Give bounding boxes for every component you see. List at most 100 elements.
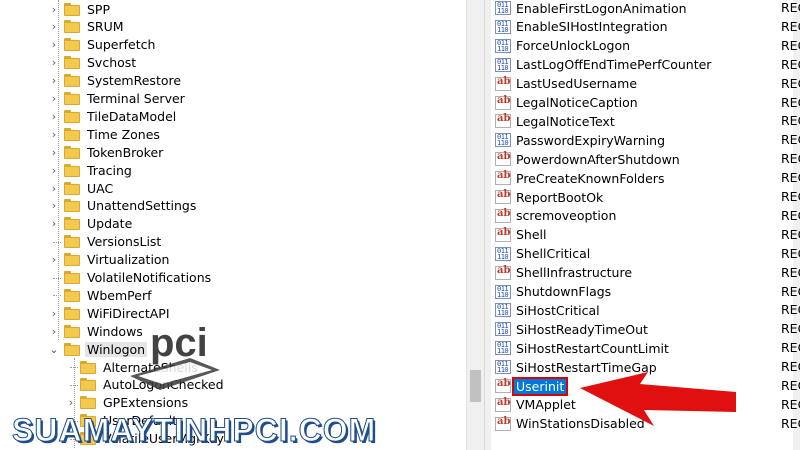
tree-scrollbar[interactable] <box>466 0 484 450</box>
value-name: VMApplet <box>516 397 576 413</box>
tree-item-label: Time Zones <box>87 126 160 142</box>
tree-item-label: Virtualization <box>87 252 170 268</box>
tree-connector <box>53 241 61 243</box>
value-name: ShutdownFlags <box>516 284 612 299</box>
key-tree-pane: › SPP › SRUM › Superfetch › Svchost › SystemResto… <box>0 0 484 450</box>
string-value-icon: ab <box>495 170 511 186</box>
tree-item-label: UAC <box>87 180 114 196</box>
folder-icon <box>64 271 80 284</box>
tree-item-label: SPP <box>87 1 111 17</box>
value-row[interactable]: ab VMApplet <box>495 396 578 414</box>
tree-item-label: TileDataModel <box>87 108 177 124</box>
tree-item[interactable]: VolatileNotifications <box>64 269 213 287</box>
value-row[interactable]: 011 110 SiHostCritical <box>495 301 602 319</box>
value-row[interactable]: ab LastUsedUsername <box>495 75 639 93</box>
value-type: REG <box>781 302 800 318</box>
value-type: REG <box>781 132 800 148</box>
value-row[interactable]: ab ReportBootOk <box>495 188 605 206</box>
folder-icon <box>64 288 80 302</box>
tree-connector <box>53 295 61 297</box>
value-row[interactable]: 011 110 LastLogOffEndTimePerfCounter <box>495 56 713 74</box>
string-value-icon: ab <box>495 76 511 91</box>
value-row[interactable]: 011 110 EnableSIHostIntegration <box>495 18 670 36</box>
tree-item[interactable]: SystemRestore <box>64 72 183 90</box>
tree-item-label: Tracing <box>87 162 132 178</box>
value-name: EnableFirstLogonAnimation <box>516 0 687 16</box>
value-name: ReportBootOk <box>516 189 604 205</box>
tree-item[interactable]: UAC <box>64 179 115 197</box>
tree-item-label: SystemRestore <box>87 73 182 89</box>
value-name: LastUsedUsername <box>516 76 638 92</box>
value-row[interactable]: ab PreCreateKnownFolders <box>495 169 666 187</box>
tree-item[interactable]: Superfetch <box>64 36 157 54</box>
value-row[interactable]: ab Shell <box>495 226 549 244</box>
folder-icon <box>64 92 80 105</box>
folder-icon <box>80 378 96 392</box>
tree-item[interactable]: Terminal Server <box>64 90 187 108</box>
value-name: scremoveoption <box>516 208 617 224</box>
value-row[interactable]: ab PowerdownAfterShutdown <box>495 150 682 168</box>
folder-icon <box>64 38 80 52</box>
tree-item[interactable]: VersionsList <box>64 233 163 251</box>
tree-item[interactable]: Tracing <box>64 161 134 179</box>
tree-item[interactable]: TileDataModel <box>64 107 178 125</box>
tree-item[interactable]: TokenBroker <box>64 143 165 161</box>
tree-item[interactable]: SRUM <box>64 18 126 36</box>
value-type: REG <box>781 37 800 53</box>
value-name: LegalNoticeText <box>516 113 615 129</box>
value-row[interactable]: ab LegalNoticeText <box>495 112 617 130</box>
string-value-icon: ab <box>495 113 511 129</box>
value-type: REG <box>781 94 800 110</box>
value-row[interactable]: ab ShellInfrastructure <box>495 264 634 282</box>
value-type: REG <box>781 170 800 186</box>
value-row[interactable]: 011 110 PasswordExpiryWarning <box>495 131 667 149</box>
tree-item-label: Terminal Server <box>87 91 185 106</box>
tree-connector <box>58 0 59 341</box>
value-name: ShellCritical <box>516 246 591 262</box>
folder-icon <box>64 199 80 213</box>
pci-logo: pci <box>130 321 220 390</box>
folder-icon <box>64 127 80 141</box>
binary-value-icon: 011 110 <box>495 322 511 337</box>
value-name: Shell <box>516 227 547 243</box>
value-type: REG <box>781 75 800 91</box>
value-row[interactable]: 011 110 ForceUnlockLogon <box>495 37 632 55</box>
value-row[interactable]: 011 110 ShutdownFlags <box>495 283 613 301</box>
value-row[interactable]: 011 110 SiHostReadyTimeOut <box>495 320 650 338</box>
tree-item-label: Svchost <box>87 55 137 71</box>
value-name: ShellInfrastructure <box>516 265 633 281</box>
string-value-icon: ab <box>495 416 511 431</box>
value-row[interactable]: 011 110 ShellCritical <box>495 245 592 263</box>
tree-scrollbar-thumb[interactable] <box>470 370 481 402</box>
value-row[interactable]: ab LegalNoticeCaption <box>495 94 640 112</box>
value-row[interactable]: ab scremoveoption <box>495 207 618 225</box>
tree-item[interactable]: Svchost <box>64 54 138 72</box>
value-row[interactable]: ab Userinit <box>495 376 569 396</box>
value-type: REG <box>781 283 800 299</box>
value-name: LastLogOffEndTimePerfCounter <box>516 57 712 73</box>
watermark-brand: PCI <box>232 412 289 449</box>
value-type: REG <box>781 151 800 167</box>
value-name: PasswordExpiryWarning <box>516 132 666 148</box>
folder-icon <box>80 396 96 410</box>
value-type: REG <box>781 18 800 34</box>
folder-icon <box>80 360 96 374</box>
value-row[interactable]: 011 110 SiHostRestartCountLimit <box>495 339 671 357</box>
value-type: REG <box>781 340 800 356</box>
value-row[interactable]: 011 110 EnableFirstLogonAnimation <box>495 0 689 17</box>
value-type: REG <box>781 56 800 72</box>
string-value-icon: ab <box>495 397 511 412</box>
value-name: PowerdownAfterShutdown <box>516 151 680 167</box>
folder-icon <box>64 74 80 88</box>
site-watermark: SUAMAYTINHPCI.COM <box>11 412 376 449</box>
tree-item[interactable]: SPP <box>64 0 112 18</box>
expand-toggle[interactable]: ⌄ <box>49 340 59 358</box>
tree-item[interactable]: Update <box>64 215 134 233</box>
tree-item[interactable]: WbemPerf <box>64 286 153 304</box>
tree-item[interactable]: Virtualization <box>64 251 171 269</box>
tree-item-label: VolatileNotifications <box>87 270 212 285</box>
folder-icon <box>64 163 80 177</box>
tree-item[interactable]: Time Zones <box>64 125 162 143</box>
expand-toggle[interactable]: › <box>66 394 76 412</box>
tree-item[interactable]: UnattendSettings <box>64 197 198 215</box>
